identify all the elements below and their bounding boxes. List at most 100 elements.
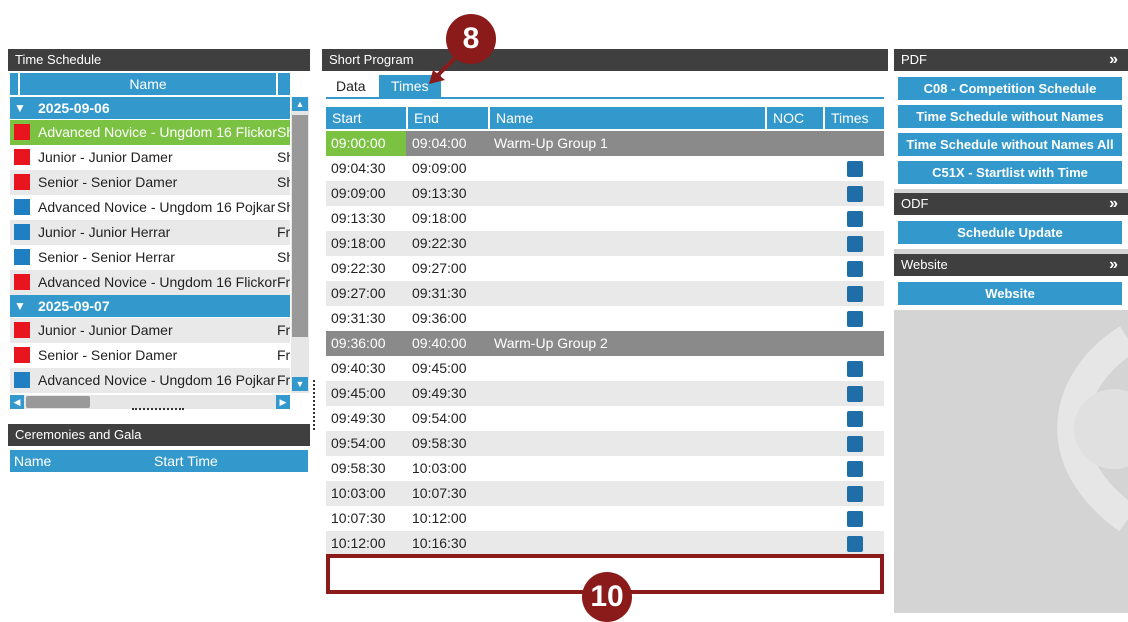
times-row[interactable]: 09:31:30 09:36:00 [326, 306, 884, 331]
event-name: Advanced Novice - Ungdom 16 Flickor [38, 274, 277, 290]
times-checkbox-icon[interactable] [847, 261, 863, 277]
end-time: 09:36:00 [412, 310, 467, 326]
schedule-update-button[interactable]: Schedule Update [898, 221, 1122, 244]
date-group-row[interactable]: ▼ 2025-09-06 [10, 97, 290, 119]
end-time: 09:31:30 [412, 285, 467, 301]
hscroll-thumb[interactable] [26, 396, 90, 408]
tab-data[interactable]: Data [328, 75, 374, 97]
warmup-group-row[interactable]: 09:00:00 09:04:00 Warm-Up Group 1 [326, 131, 884, 156]
event-row[interactable]: Senior - Senior Damer Fr [10, 343, 290, 368]
times-checkbox-icon[interactable] [847, 461, 863, 477]
c08-competition-schedule-button[interactable]: C08 - Competition Schedule [898, 77, 1122, 100]
start-time: 09:09:00 [331, 185, 386, 201]
end-time: 10:12:00 [412, 510, 467, 526]
col-name[interactable]: Name [490, 107, 765, 129]
times-row[interactable]: 10:07:30 10:12:00 [326, 506, 884, 531]
collapse-icon[interactable]: ▼ [14, 295, 26, 317]
times-checkbox-icon[interactable] [847, 161, 863, 177]
discipline-color-swatch [14, 347, 30, 363]
event-row[interactable]: Advanced Novice - Ungdom 16 Pojkar Fr [10, 368, 290, 393]
times-row[interactable]: 10:03:00 10:07:30 [326, 481, 884, 506]
ceremonies-panel: Ceremonies and Gala Name Start Time [8, 424, 310, 613]
event-name: Junior - Junior Damer [38, 322, 173, 338]
times-row[interactable]: 09:40:30 09:45:00 [326, 356, 884, 381]
col-2-header[interactable] [278, 73, 290, 95]
event-row[interactable]: Junior - Junior Herrar Fr [10, 220, 290, 245]
discipline-color-swatch [14, 224, 30, 240]
start-time: 10:07:30 [331, 510, 386, 526]
event-segment: Sh [277, 124, 290, 140]
times-row[interactable]: 09:49:30 09:54:00 [326, 406, 884, 431]
resize-handle[interactable] [132, 408, 184, 410]
event-segment: Fr [277, 322, 290, 338]
times-checkbox-icon[interactable] [847, 236, 863, 252]
cer-col-name[interactable]: Name [10, 450, 152, 472]
start-time: 09:49:30 [331, 410, 386, 426]
column-resize-handle[interactable] [313, 380, 315, 430]
event-row[interactable]: Senior - Senior Herrar Sh [10, 245, 290, 270]
odf-title: ODF» [894, 193, 1128, 215]
col-times[interactable]: Times [825, 107, 884, 129]
times-checkbox-icon[interactable] [847, 436, 863, 452]
expand-icon[interactable]: » [1109, 49, 1118, 71]
col-noc[interactable]: NOC [767, 107, 823, 129]
times-row[interactable]: 09:58:30 10:03:00 [326, 456, 884, 481]
scroll-up-icon[interactable]: ▲ [292, 97, 308, 111]
event-row[interactable]: Junior - Junior Damer Sh [10, 145, 290, 170]
times-checkbox-icon[interactable] [847, 511, 863, 527]
times-checkbox-icon[interactable] [847, 311, 863, 327]
times-row[interactable]: 09:13:30 09:18:00 [326, 206, 884, 231]
website-button[interactable]: Website [898, 282, 1122, 305]
c51x-startlist-button[interactable]: C51X - Startlist with Time [898, 161, 1122, 184]
time-schedule-without-names-all-button[interactable]: Time Schedule without Names All [898, 133, 1122, 156]
scroll-right-icon[interactable]: ▶ [276, 395, 290, 409]
times-checkbox-icon[interactable] [847, 386, 863, 402]
date-group-row[interactable]: ▼ 2025-09-07 [10, 295, 290, 317]
horizontal-scrollbar[interactable]: ◀ ▶ [10, 395, 290, 409]
event-segment: Sh [277, 199, 290, 215]
times-row[interactable]: 09:45:00 09:49:30 [326, 381, 884, 406]
times-row[interactable]: 09:18:00 09:22:30 [326, 231, 884, 256]
times-row[interactable]: 10:12:00 10:16:30 [326, 531, 884, 556]
vertical-scrollbar[interactable]: ▲ ▼ [291, 97, 309, 393]
times-checkbox-icon[interactable] [847, 486, 863, 502]
expand-icon[interactable]: » [1109, 254, 1118, 276]
times-checkbox-icon[interactable] [847, 411, 863, 427]
collapse-icon[interactable]: ▼ [14, 97, 26, 119]
times-checkbox-icon[interactable] [847, 186, 863, 202]
scroll-down-icon[interactable]: ▼ [292, 377, 308, 391]
event-row[interactable]: Junior - Junior Damer Fr [10, 318, 290, 343]
times-checkbox-icon[interactable] [847, 211, 863, 227]
event-name: Advanced Novice - Ungdom 16 Flickor [38, 124, 277, 140]
scroll-thumb[interactable] [292, 115, 308, 337]
discipline-color-swatch [14, 124, 30, 140]
event-row[interactable]: Advanced Novice - Ungdom 16 PojkarSh [10, 195, 290, 220]
cer-col-start[interactable]: Start Time [152, 450, 308, 472]
times-row[interactable]: 09:09:00 09:13:30 [326, 181, 884, 206]
website-title: Website» [894, 254, 1128, 276]
expand-icon[interactable]: » [1109, 193, 1118, 215]
times-row[interactable]: 09:27:00 09:31:30 [326, 281, 884, 306]
end-time: 09:18:00 [412, 210, 467, 226]
start-time: 09:58:30 [331, 460, 386, 476]
time-schedule-without-names-button[interactable]: Time Schedule without Names [898, 105, 1122, 128]
col-start[interactable]: Start [326, 107, 406, 129]
times-row[interactable]: 09:54:00 09:58:30 [326, 431, 884, 456]
end-time: 09:27:00 [412, 260, 467, 276]
times-checkbox-icon[interactable] [847, 361, 863, 377]
warmup-group-row[interactable]: 09:36:00 09:40:00 Warm-Up Group 2 [326, 331, 884, 356]
discipline-color-swatch [14, 274, 30, 290]
scroll-left-icon[interactable]: ◀ [10, 395, 24, 409]
end-time: 09:45:00 [412, 360, 467, 376]
times-row[interactable]: 09:22:30 09:27:00 [326, 256, 884, 281]
event-row[interactable]: Advanced Novice - Ungdom 16 Flickor Fr [10, 270, 290, 295]
times-checkbox-icon[interactable] [847, 286, 863, 302]
event-row[interactable]: Advanced Novice - Ungdom 16 FlickorSh [10, 120, 290, 145]
col-end[interactable]: End [408, 107, 488, 129]
event-row[interactable]: Senior - Senior Damer Sh [10, 170, 290, 195]
col-name-header[interactable]: Name [20, 73, 276, 95]
row-name: Warm-Up Group 1 [494, 135, 608, 151]
time-schedule-panel: Time Schedule Name ▼ 2025-09-06 Advanced N… [8, 49, 310, 419]
times-checkbox-icon[interactable] [847, 536, 863, 552]
times-row[interactable]: 09:04:30 09:09:00 [326, 156, 884, 181]
